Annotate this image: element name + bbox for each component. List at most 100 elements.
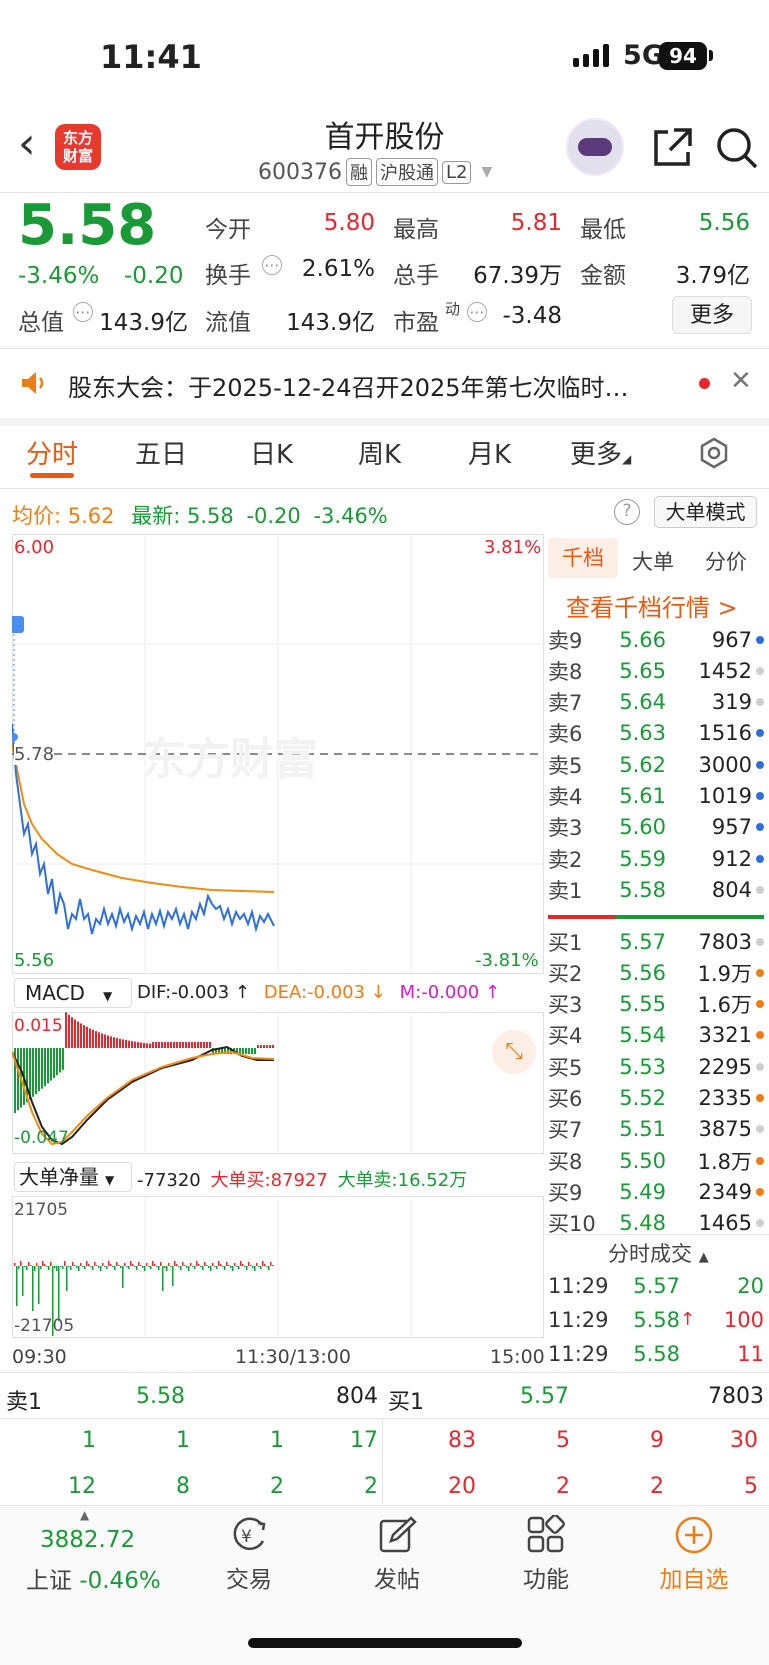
flow-bar bbox=[122, 1266, 124, 1288]
flow-bar bbox=[212, 1263, 214, 1266]
bid-row[interactable]: 买3 5.55 1.6万 bbox=[548, 989, 764, 1020]
indicator-select[interactable]: MACD ▼ bbox=[14, 978, 132, 1008]
bid-row[interactable]: 买9 5.49 2349 bbox=[548, 1176, 764, 1207]
info-icon[interactable]: ⋯ bbox=[262, 255, 282, 275]
queue-order: 5 bbox=[744, 1474, 758, 1499]
trades-title[interactable]: 分时成交 ▲ bbox=[608, 1238, 709, 1268]
bid-row[interactable]: 买1 5.57 7803 bbox=[548, 926, 764, 957]
dropdown-icon[interactable]: ▼ bbox=[481, 164, 492, 180]
flow-chart[interactable] bbox=[12, 1196, 544, 1338]
info-icon[interactable]: ⋯ bbox=[73, 302, 93, 322]
ask-price: 5.64 bbox=[619, 690, 666, 715]
intraday-chart[interactable]: 东方财富 bbox=[12, 534, 544, 974]
ask-label: 卖5 bbox=[548, 753, 583, 778]
bid-row[interactable]: 买7 5.51 3875 bbox=[548, 1114, 764, 1145]
flow-bar bbox=[244, 1266, 246, 1267]
ask-row[interactable]: 卖9 5.66 967 bbox=[548, 624, 764, 655]
flow-bar bbox=[42, 1261, 44, 1266]
ob-tab-price[interactable]: 分价 bbox=[705, 546, 747, 576]
tab-monthly-k[interactable]: 月K bbox=[468, 434, 511, 471]
flow-bar bbox=[166, 1266, 168, 1271]
trade-icon[interactable]: ¥ bbox=[228, 1515, 270, 1555]
post-icon[interactable] bbox=[377, 1515, 417, 1555]
tab-more[interactable]: 更多◢ bbox=[570, 434, 631, 471]
bid-label: 买5 bbox=[548, 1055, 583, 1080]
add-watch-icon[interactable] bbox=[674, 1515, 714, 1555]
macd-values: DIF:-0.003 ↑ DEA:-0.003 ↓ M:-0.000 ↑ bbox=[137, 982, 500, 1003]
assistant-avatar-icon[interactable] bbox=[566, 118, 624, 176]
ob-link[interactable]: 查看千档行情 > bbox=[566, 588, 738, 623]
bid-price: 5.56 bbox=[619, 960, 666, 985]
macd-bar bbox=[53, 1048, 55, 1078]
macd-bar bbox=[251, 1048, 253, 1054]
macd-bar bbox=[113, 1037, 115, 1048]
nav-post[interactable]: 发帖 bbox=[342, 1560, 452, 1594]
trade-time: 11:29 bbox=[548, 1307, 609, 1332]
trades-title-label: 分时成交 bbox=[608, 1242, 692, 1266]
info-icon[interactable]: ⋯ bbox=[467, 302, 487, 322]
tab-daily-k[interactable]: 日K bbox=[250, 434, 293, 471]
tab-weekly-k[interactable]: 周K bbox=[358, 434, 401, 471]
amount-value: 3.79亿 bbox=[675, 263, 750, 289]
ask-row[interactable]: 卖3 5.60 957 bbox=[548, 812, 764, 843]
index-value[interactable]: 3882.72 bbox=[40, 1527, 135, 1553]
bid-row[interactable]: 买2 5.56 1.9万 bbox=[548, 957, 764, 988]
macd-bar bbox=[164, 1042, 166, 1048]
ask-row[interactable]: 卖1 5.58 804 bbox=[548, 874, 764, 905]
time-mid: 11:30/13:00 bbox=[235, 1346, 351, 1368]
battery-nub bbox=[709, 50, 713, 61]
tab-timeshare[interactable]: 分时 bbox=[26, 434, 78, 471]
flow-select[interactable]: 大单净量 ▼ bbox=[14, 1162, 132, 1192]
tab-five-day[interactable]: 五日 bbox=[135, 434, 187, 471]
flow-bar bbox=[252, 1266, 254, 1268]
trade-time: 11:29 bbox=[548, 1273, 609, 1298]
settings-icon[interactable] bbox=[697, 436, 731, 470]
ask-price: 5.61 bbox=[619, 784, 666, 808]
nav-trade[interactable]: 交易 bbox=[194, 1560, 304, 1594]
index-row[interactable]: 上证 -0.46% bbox=[26, 1561, 161, 1595]
marker-badge[interactable] bbox=[12, 616, 24, 633]
ask-label: 卖7 bbox=[548, 691, 583, 716]
nav-function[interactable]: 功能 bbox=[491, 1560, 601, 1594]
help-icon[interactable]: ? bbox=[614, 499, 640, 525]
bid-label: 买3 bbox=[548, 993, 583, 1018]
macd-bar bbox=[257, 1045, 259, 1048]
stock-code-row[interactable]: 600376 融 沪股通 L2 ▼ bbox=[258, 158, 492, 186]
flow-bar bbox=[224, 1266, 226, 1270]
ask-row[interactable]: 卖6 5.63 1516 bbox=[548, 718, 764, 749]
bid-row[interactable]: 买4 5.54 3321 bbox=[548, 1020, 764, 1051]
close-icon[interactable]: ✕ bbox=[730, 366, 752, 396]
ask-row[interactable]: 卖4 5.61 1019 bbox=[548, 781, 764, 812]
share-icon[interactable] bbox=[650, 126, 694, 170]
big-order-mode-button[interactable]: 大单模式 bbox=[654, 496, 757, 528]
ask-price: 5.59 bbox=[619, 846, 666, 871]
bid-row[interactable]: 买5 5.53 2295 bbox=[548, 1051, 764, 1082]
flow-bar bbox=[38, 1266, 40, 1304]
flow-bar bbox=[46, 1266, 48, 1267]
ask-row[interactable]: 卖7 5.64 319 bbox=[548, 687, 764, 718]
macd-chart[interactable] bbox=[12, 1012, 544, 1154]
ask-row[interactable]: 卖8 5.65 1452 bbox=[548, 655, 764, 686]
more-quote-button[interactable]: 更多 bbox=[672, 296, 752, 334]
queue-order: 1 bbox=[82, 1428, 96, 1453]
bid-row[interactable]: 买8 5.50 1.8万 bbox=[548, 1145, 764, 1176]
ob-tab-thousand[interactable]: 千档 bbox=[548, 538, 618, 578]
svg-text:¥: ¥ bbox=[241, 1527, 252, 1547]
flow-bar bbox=[160, 1262, 162, 1266]
m-value: M:-0.000 ↑ bbox=[399, 982, 501, 1003]
notice-text[interactable]: 股东大会：于2025-12-24召开2025年第七次临时… bbox=[68, 368, 678, 403]
expand-icon[interactable]: ⤡ bbox=[492, 1030, 536, 1074]
sell1-label: 卖1 bbox=[6, 1390, 42, 1415]
search-icon[interactable] bbox=[715, 126, 759, 170]
nav-add-watch[interactable]: 加自选 bbox=[639, 1560, 749, 1594]
amount-label: 金额 bbox=[580, 263, 626, 289]
index-name: 上证 bbox=[26, 1568, 72, 1594]
ob-tab-big[interactable]: 大单 bbox=[632, 546, 674, 576]
turnover-value: 2.61% bbox=[301, 256, 375, 282]
function-icon[interactable] bbox=[526, 1515, 566, 1555]
float-cap-value: 143.9亿 bbox=[286, 310, 375, 336]
ask-row[interactable]: 卖2 5.59 912 bbox=[548, 843, 764, 874]
ask-row[interactable]: 卖5 5.62 3000 bbox=[548, 749, 764, 780]
bid-row[interactable]: 买6 5.52 2335 bbox=[548, 1083, 764, 1114]
ask-dot-icon bbox=[756, 760, 764, 769]
